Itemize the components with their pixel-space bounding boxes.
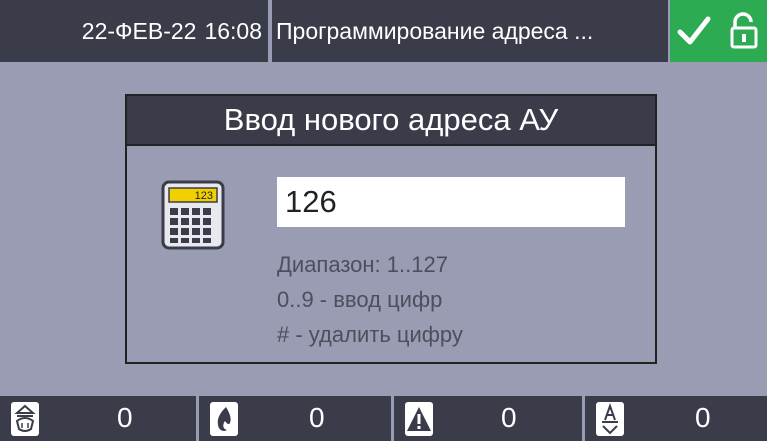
dialog-title: Ввод нового адреса АУ — [127, 96, 655, 146]
counter-automation-value: 0 — [695, 402, 711, 433]
new-address-dialog: Ввод нового адреса АУ 123 126 Диапазон: … — [125, 94, 657, 364]
counter-fire[interactable]: 0 — [199, 396, 391, 441]
warning-icon — [405, 401, 433, 436]
time-text: 16:08 — [204, 17, 262, 44]
counter-fire-value: 0 — [309, 402, 325, 433]
sprinkler-icon — [11, 401, 39, 436]
digits-hint: 0..9 - ввод цифр — [277, 287, 443, 312]
counter-warning[interactable]: 0 — [394, 396, 582, 441]
checkmark-icon — [677, 16, 711, 45]
counter-warning-value: 0 — [501, 402, 517, 433]
address-input[interactable]: 126 — [277, 177, 625, 227]
range-hint: Диапазон: 1..127 — [277, 252, 448, 277]
calculator-icon: 123 — [161, 180, 225, 250]
date-text: 22-ФЕВ-22 — [81, 17, 197, 44]
counter-sprinkler[interactable]: 0 — [0, 396, 196, 441]
bottom-bar: 0 0 0 0 — [0, 396, 767, 441]
fire-icon — [210, 401, 238, 436]
date-time: 22-ФЕВ-22 16:08 — [0, 0, 270, 62]
automation-icon — [596, 401, 624, 436]
counter-automation[interactable]: 0 — [585, 396, 767, 441]
calculator-display-text: 123 — [195, 190, 213, 202]
status-panel — [670, 0, 767, 62]
counter-sprinkler-value: 0 — [117, 402, 133, 433]
top-bar: 22-ФЕВ-22 16:08 Программирование адреса … — [0, 0, 767, 62]
screen-title: Программирование адреса ... — [272, 0, 668, 62]
delete-hint: # - удалить цифру — [277, 322, 463, 347]
unlocked-icon[interactable] — [726, 12, 760, 50]
